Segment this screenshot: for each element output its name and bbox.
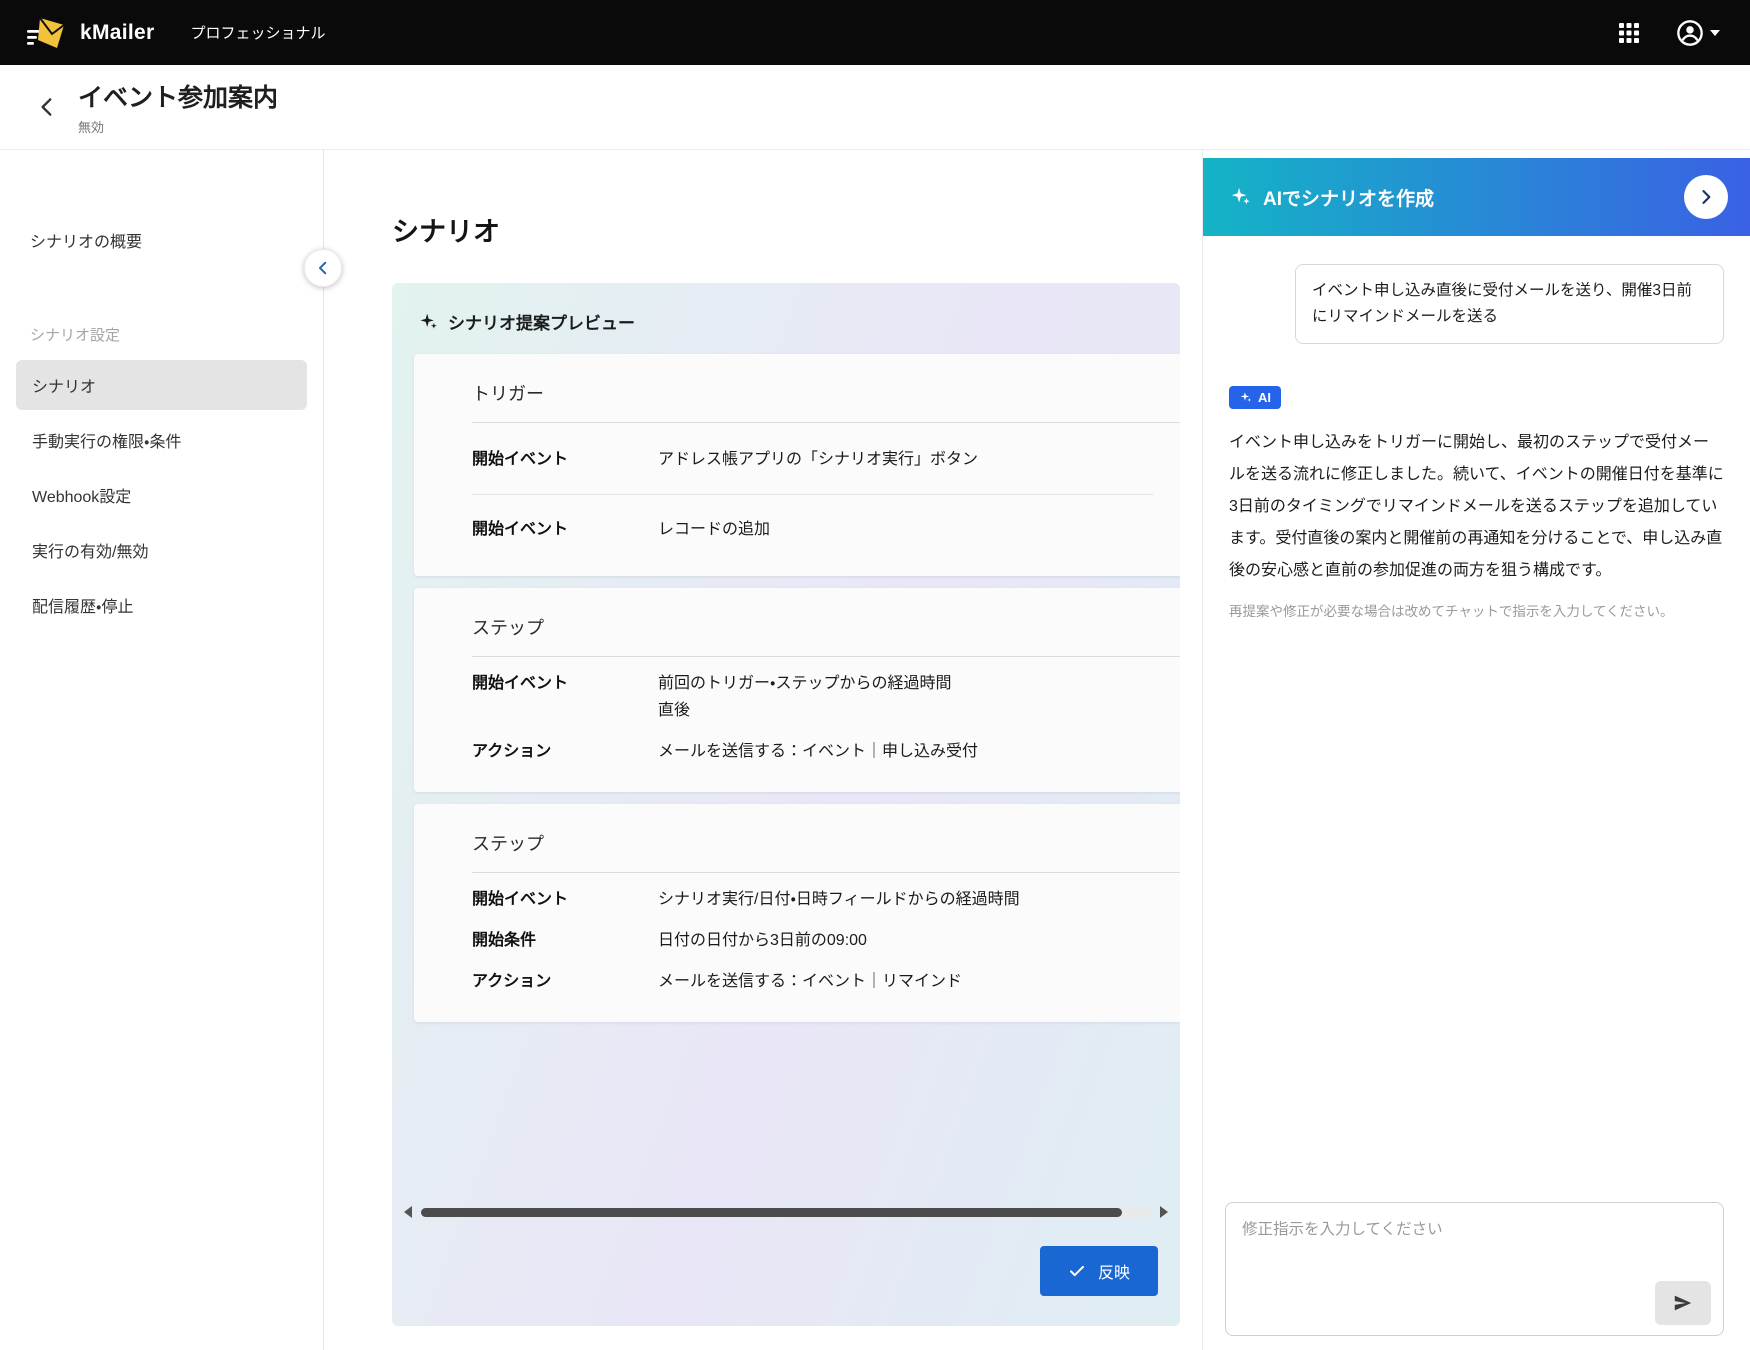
panel-rows: 開始イベント 前回のトリガー・ステップからの経過時間 直後 アクション メールを… xyxy=(414,657,1180,792)
ai-response-text: イベント申し込みをトリガーに開始し、最初のステップで受付メールを送る流れに修正し… xyxy=(1229,427,1724,587)
panel-heading: ステップ xyxy=(414,804,1180,872)
apps-grid-icon xyxy=(1618,22,1640,44)
section-heading: シナリオ xyxy=(392,210,1202,249)
topbar-actions xyxy=(1614,15,1724,51)
apply-button[interactable]: 反映 xyxy=(1040,1246,1158,1296)
ai-badge: AI xyxy=(1229,386,1281,409)
caret-down-icon xyxy=(1710,30,1720,36)
row-label: アクション xyxy=(472,968,658,995)
sidebar-item-history[interactable]: 配信履歴・停止 xyxy=(16,580,307,630)
content-area: シナリオの概要 シナリオ設定 シナリオ 手動実行の権限・条件 Webhook設定… xyxy=(0,150,1750,1350)
ai-assistant-panel: AIでシナリオを作成 イベント申し込み直後に受付メールを送り、開催3日前にリマイ… xyxy=(1202,150,1750,1350)
preview-panel-trigger: トリガー 開始イベント アドレス帳アプリの「シナリオ実行」ボタン 開始イベント … xyxy=(414,354,1180,576)
scroll-right-button[interactable] xyxy=(1156,1204,1172,1220)
ai-panel-title: AIでシナリオを作成 xyxy=(1263,184,1434,211)
row-label: 開始条件 xyxy=(472,927,658,954)
row-label: アクション xyxy=(472,738,658,765)
sidebar-item-webhook[interactable]: Webhook設定 xyxy=(16,470,307,520)
sidebar-item-manual-permission[interactable]: 手動実行の権限・条件 xyxy=(16,415,307,465)
panel-row: 開始イベント レコードの追加 xyxy=(472,494,1154,564)
account-menu-button[interactable] xyxy=(1672,15,1724,51)
sidebar-collapse-button[interactable] xyxy=(304,249,342,287)
row-value: レコードの追加 xyxy=(658,516,770,543)
sparkle-icon xyxy=(1239,391,1252,404)
chevron-left-icon xyxy=(314,259,332,277)
sidebar-item-enable[interactable]: 実行の有効/無効 xyxy=(16,525,307,575)
plan-label: プロフェッショナル xyxy=(190,22,325,43)
panel-row: アクション メールを送信する：イベント｜リマインド xyxy=(472,961,1154,1002)
send-button[interactable] xyxy=(1655,1281,1711,1325)
panel-heading: トリガー xyxy=(414,354,1180,422)
chat-input-container xyxy=(1225,1202,1724,1336)
scrollbar-thumb[interactable] xyxy=(421,1208,1122,1217)
page-title: イベント参加案内 xyxy=(78,78,278,114)
main-content: シナリオ シナリオ提案プレビュー トリガー 開始イベント アドレス帳アプリの「シ… xyxy=(324,150,1202,1350)
row-label: 開始イベント xyxy=(472,446,658,473)
panel-rows: 開始イベント シナリオ実行/日付・日時フィールドからの経過時間 開始条件 日付の… xyxy=(414,873,1180,1022)
preview-panel-step-1: ステップ 開始イベント 前回のトリガー・ステップからの経過時間 直後 アクション… xyxy=(414,588,1180,792)
preview-card-footer: 反映 xyxy=(392,1220,1180,1326)
account-icon xyxy=(1676,19,1704,47)
arrow-right-icon xyxy=(1160,1206,1168,1218)
preview-card-header: シナリオ提案プレビュー xyxy=(392,283,1180,354)
ai-badge-label: AI xyxy=(1258,390,1271,405)
sidebar-section-label: シナリオ設定 xyxy=(0,314,323,355)
row-value: アドレス帳アプリの「シナリオ実行」ボタン xyxy=(658,446,978,473)
back-button[interactable] xyxy=(28,88,66,126)
sidebar-item-scenario[interactable]: シナリオ xyxy=(16,360,307,410)
preview-panel-step-2: ステップ 開始イベント シナリオ実行/日付・日時フィールドからの経過時間 開始条… xyxy=(414,804,1180,1022)
panel-rows: 開始イベント アドレス帳アプリの「シナリオ実行」ボタン 開始イベント レコードの… xyxy=(414,423,1180,576)
ai-panel-toggle-button[interactable] xyxy=(1684,175,1728,219)
page-header: イベント参加案内 無効 xyxy=(0,65,1750,150)
preview-card-title: シナリオ提案プレビュー xyxy=(448,309,635,334)
logo-icon xyxy=(26,16,66,50)
horizontal-scrollbar xyxy=(392,1204,1180,1220)
status-badge: 無効 xyxy=(78,117,278,136)
sparkle-icon xyxy=(1229,186,1251,208)
chat-input[interactable] xyxy=(1226,1203,1723,1335)
row-value: 前回のトリガー・ステップからの経過時間 直後 xyxy=(658,670,951,724)
apps-menu-button[interactable] xyxy=(1614,18,1644,48)
row-label: 開始イベント xyxy=(472,886,658,913)
row-value: 日付の日付から3日前の09:00 xyxy=(658,927,867,954)
apply-button-label: 反映 xyxy=(1098,1259,1130,1283)
ai-panel-header: AIでシナリオを作成 xyxy=(1203,158,1750,236)
panel-heading: ステップ xyxy=(414,588,1180,656)
chevron-left-icon xyxy=(34,94,60,120)
scrollbar-track[interactable] xyxy=(421,1208,1151,1217)
panel-row: 開始イベント 前回のトリガー・ステップからの経過時間 直後 xyxy=(472,663,1154,731)
arrow-left-icon xyxy=(404,1206,412,1218)
scenario-preview-card: シナリオ提案プレビュー トリガー 開始イベント アドレス帳アプリの「シナリオ実行… xyxy=(392,283,1180,1326)
ai-note-text: 再提案や修正が必要な場合は改めてチャットで指示を入力してください。 xyxy=(1229,601,1724,623)
sidebar: シナリオの概要 シナリオ設定 シナリオ 手動実行の権限・条件 Webhook設定… xyxy=(0,150,324,1350)
send-icon xyxy=(1672,1292,1694,1314)
row-value: メールを送信する：イベント｜申し込み受付 xyxy=(658,738,978,765)
panel-row: 開始イベント シナリオ実行/日付・日時フィールドからの経過時間 xyxy=(472,879,1154,920)
title-block: イベント参加案内 無効 xyxy=(78,78,278,136)
panel-row: アクション メールを送信する：イベント｜申し込み受付 xyxy=(472,731,1154,772)
panel-row: 開始条件 日付の日付から3日前の09:00 xyxy=(472,920,1154,961)
row-label: 開始イベント xyxy=(472,516,658,543)
sparkle-icon xyxy=(418,312,438,332)
row-label: 開始イベント xyxy=(472,670,658,697)
panel-row: 開始イベント アドレス帳アプリの「シナリオ実行」ボタン xyxy=(472,425,1154,494)
sidebar-item-overview[interactable]: シナリオの概要 xyxy=(0,216,323,264)
brand-name: kMailer xyxy=(80,21,154,45)
row-value: シナリオ実行/日付・日時フィールドからの経過時間 xyxy=(658,886,1020,913)
row-value: メールを送信する：イベント｜リマインド xyxy=(658,968,962,995)
user-message-bubble: イベント申し込み直後に受付メールを送り、開催3日前にリマインドメールを送る xyxy=(1295,264,1724,344)
chevron-right-icon xyxy=(1696,187,1716,207)
check-icon xyxy=(1068,1262,1086,1280)
topbar: kMailer プロフェッショナル xyxy=(0,0,1750,65)
scroll-left-button[interactable] xyxy=(400,1204,416,1220)
